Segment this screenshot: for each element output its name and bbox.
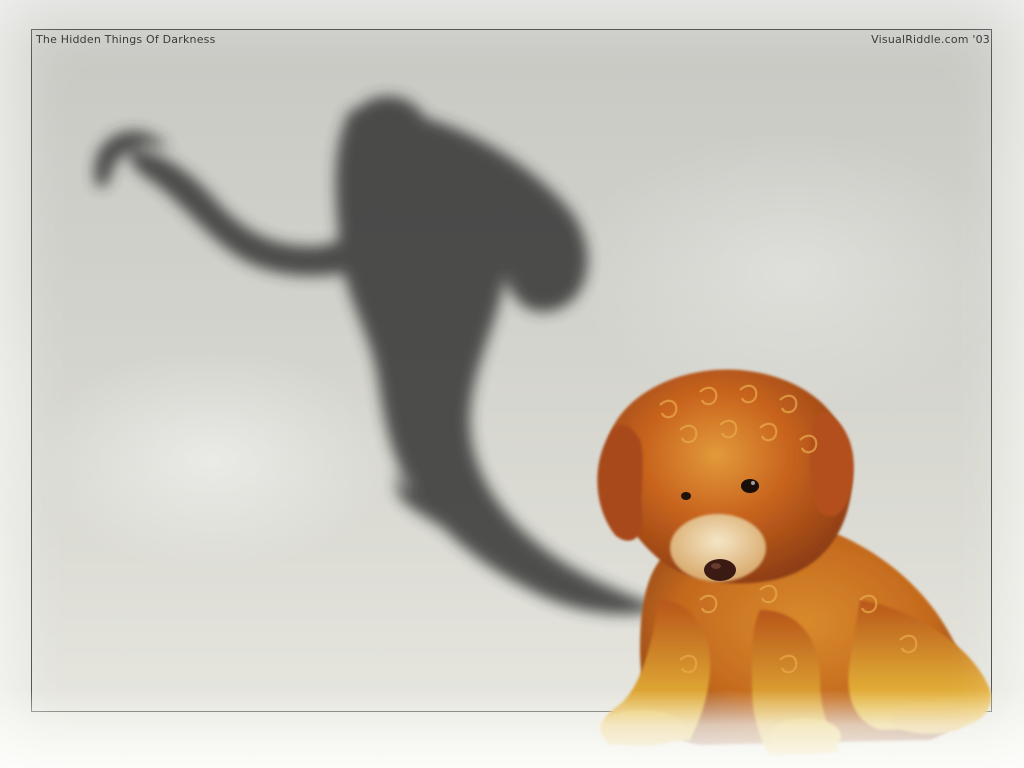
shadow-figure — [94, 96, 660, 615]
scene — [94, 96, 991, 756]
wallpaper-title: The Hidden Things Of Darkness — [36, 33, 216, 46]
wallpaper-credit: VisualRiddle.com '03 — [871, 33, 990, 46]
wallpaper: The Hidden Things Of Darkness VisualRidd… — [0, 0, 1024, 768]
bottom-mist — [0, 690, 1024, 768]
